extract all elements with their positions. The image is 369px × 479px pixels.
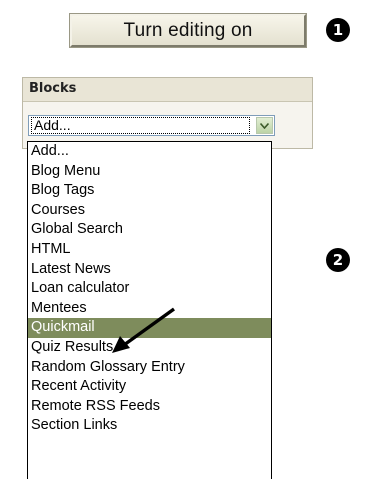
dropdown-option[interactable]: Blog Menu (28, 162, 271, 182)
dropdown-option[interactable]: Courses (28, 201, 271, 221)
dropdown-option[interactable]: HTML (28, 240, 271, 260)
step-2-marker: 2 (326, 248, 350, 272)
pointer-arrow-icon (112, 307, 175, 353)
dropdown-option[interactable]: Recent Activity (28, 377, 271, 397)
turn-editing-on-button[interactable]: Turn editing on (69, 13, 307, 48)
dropdown-option[interactable]: Loan calculator (28, 279, 271, 299)
dropdown-option[interactable]: Remote RSS Feeds (28, 397, 271, 417)
dropdown-option[interactable]: Blog Tags (28, 181, 271, 201)
dropdown-option[interactable]: Latest News (28, 260, 271, 280)
step-1-marker: 1 (326, 18, 350, 42)
dropdown-option[interactable]: Random Glossary Entry (28, 358, 271, 378)
add-block-select[interactable]: Add... (28, 115, 275, 136)
chevron-down-icon[interactable] (256, 117, 273, 134)
blocks-header: Blocks (23, 78, 312, 102)
add-block-select-value: Add... (31, 117, 250, 134)
dropdown-option[interactable]: Section Links (28, 416, 271, 436)
dropdown-option[interactable]: Global Search (28, 220, 271, 240)
blocks-panel: Blocks Add... (22, 77, 313, 149)
dropdown-option[interactable]: Add... (28, 142, 271, 162)
